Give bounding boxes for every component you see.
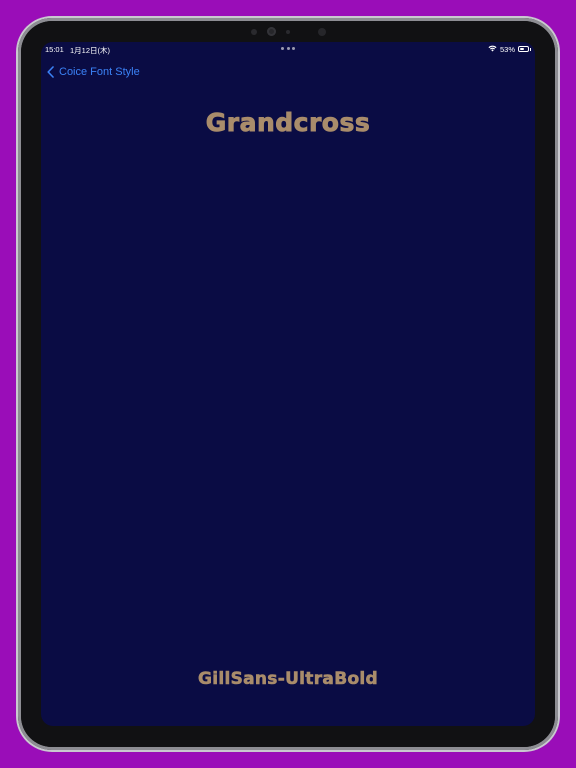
back-button[interactable]: Coice Font Style bbox=[47, 64, 140, 80]
sensor-dot bbox=[318, 28, 326, 36]
status-bar: 15:01 1月12日(木) 53% bbox=[41, 42, 535, 56]
wifi-icon bbox=[488, 45, 497, 54]
background: 15:01 1月12日(木) 53% Coice Font Style Gran… bbox=[0, 0, 576, 768]
battery-nub bbox=[530, 47, 531, 51]
battery-icon bbox=[518, 46, 529, 52]
status-time: 15:01 bbox=[45, 45, 64, 54]
battery-fill bbox=[520, 48, 524, 50]
screen: 15:01 1月12日(木) 53% Coice Font Style Gran… bbox=[41, 42, 535, 726]
chevron-left-icon bbox=[47, 66, 54, 78]
status-indicators: 53% bbox=[488, 44, 531, 54]
sensor-dot bbox=[251, 29, 257, 35]
status-date: 1月12日(木) bbox=[70, 46, 111, 55]
more-dots-icon[interactable] bbox=[281, 47, 295, 50]
sample-text: Grandcross bbox=[205, 108, 371, 138]
front-camera bbox=[267, 27, 276, 36]
back-button-label: Coice Font Style bbox=[59, 66, 140, 78]
battery-percent: 53% bbox=[499, 44, 515, 54]
font-name-label: GillSans-UltraBold bbox=[197, 669, 379, 690]
sensor-dot bbox=[286, 30, 290, 34]
